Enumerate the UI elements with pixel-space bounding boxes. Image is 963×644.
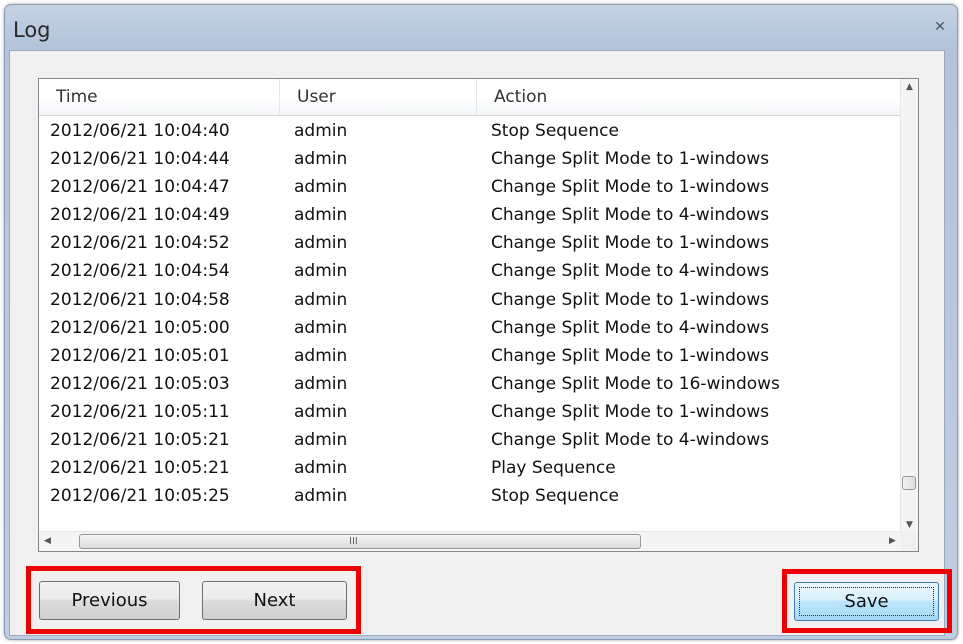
cell-user: admin	[294, 149, 348, 170]
table-row[interactable]: 2012/06/21 10:05:25 admin Stop Sequence	[39, 482, 901, 510]
table-row[interactable]: 2012/06/21 10:05:21 admin Change Split Mod…	[39, 426, 901, 454]
cell-user: admin	[294, 486, 348, 507]
window-title: Log	[13, 18, 51, 42]
table-row[interactable]: 2012/06/21 10:04:52 admin Change Split Mod…	[39, 229, 901, 257]
cell-time: 2012/06/21 10:04:54	[50, 261, 230, 282]
highlight-box-save	[782, 569, 952, 633]
highlight-box-navigation	[26, 566, 361, 634]
cell-action: Change Split Mode to 4-windows	[491, 261, 770, 282]
cell-user: admin	[294, 205, 348, 226]
cell-action: Stop Sequence	[491, 486, 619, 507]
table-row[interactable]: 2012/06/21 10:05:00 admin Change Split Mod…	[39, 314, 901, 342]
vertical-scroll-thumb[interactable]	[902, 476, 916, 490]
cell-time: 2012/06/21 10:04:47	[50, 177, 230, 198]
cell-user: admin	[294, 373, 348, 394]
cell-time: 2012/06/21 10:05:03	[50, 373, 230, 394]
cell-time: 2012/06/21 10:05:21	[50, 458, 230, 479]
cell-user: admin	[294, 317, 348, 338]
cell-action: Change Split Mode to 16-windows	[491, 373, 780, 394]
cell-time: 2012/06/21 10:05:00	[50, 317, 230, 338]
cell-user: admin	[294, 430, 348, 451]
scroll-right-icon[interactable]: ▶	[884, 532, 901, 551]
cell-user: admin	[294, 401, 348, 422]
table-row[interactable]: 2012/06/21 10:05:21 admin Play Sequence	[39, 454, 901, 482]
scroll-left-icon[interactable]: ◀	[39, 532, 56, 551]
scroll-up-icon[interactable]: ▲	[901, 79, 918, 96]
cell-time: 2012/06/21 10:04:40	[50, 121, 230, 141]
cell-user: admin	[294, 177, 348, 198]
cell-action: Change Split Mode to 1-windows	[491, 345, 770, 366]
log-list[interactable]: Time User Action 2012/06/21 10:04:40 admi…	[38, 78, 919, 552]
cell-action: Change Split Mode to 1-windows	[491, 149, 770, 170]
table-row[interactable]: 2012/06/21 10:04:49 admin Change Split Mod…	[39, 201, 901, 229]
scrollbar-corner	[901, 532, 918, 551]
table-row[interactable]: 2012/06/21 10:05:03 admin Change Split Mod…	[39, 370, 901, 398]
list-header: Time User Action	[39, 79, 901, 116]
cell-time: 2012/06/21 10:04:58	[50, 289, 230, 310]
table-row[interactable]: 2012/06/21 10:04:40 admin Stop Sequence	[39, 117, 901, 145]
cell-action: Change Split Mode to 1-windows	[491, 401, 770, 422]
cell-action: Change Split Mode to 4-windows	[491, 205, 770, 226]
cell-user: admin	[294, 345, 348, 366]
cell-time: 2012/06/21 10:04:49	[50, 205, 230, 226]
cell-user: admin	[294, 233, 348, 254]
cell-user: admin	[294, 121, 348, 141]
table-row[interactable]: 2012/06/21 10:05:11 admin Change Split Mod…	[39, 398, 901, 426]
cell-user: admin	[294, 261, 348, 282]
table-row[interactable]: 2012/06/21 10:04:47 admin Change Split Mod…	[39, 173, 901, 201]
cell-time: 2012/06/21 10:05:01	[50, 345, 230, 366]
cell-time: 2012/06/21 10:05:11	[50, 401, 230, 422]
horizontal-scroll-thumb[interactable]: III	[79, 534, 641, 549]
list-rows: 2012/06/21 10:04:40 admin Stop Sequence 201…	[39, 117, 901, 510]
column-header-time[interactable]: Time	[39, 79, 280, 115]
cell-time: 2012/06/21 10:05:25	[50, 486, 230, 507]
column-header-user[interactable]: User	[280, 79, 477, 115]
close-icon[interactable]: ✕	[932, 19, 948, 35]
cell-action: Change Split Mode to 4-windows	[491, 317, 770, 338]
table-row[interactable]: 2012/06/21 10:05:01 admin Change Split Mod…	[39, 342, 901, 370]
table-row[interactable]: 2012/06/21 10:04:58 admin Change Split Mod…	[39, 286, 901, 314]
table-row[interactable]: 2012/06/21 10:04:54 admin Change Split Mod…	[39, 257, 901, 285]
cell-action: Play Sequence	[491, 458, 616, 479]
cell-user: admin	[294, 289, 348, 310]
cell-time: 2012/06/21 10:04:44	[50, 149, 230, 170]
cell-action: Stop Sequence	[491, 121, 619, 141]
cell-action: Change Split Mode to 1-windows	[491, 177, 770, 198]
cell-action: Change Split Mode to 4-windows	[491, 430, 770, 451]
vertical-scrollbar[interactable]: ▲ ▼	[900, 79, 918, 534]
cell-action: Change Split Mode to 1-windows	[491, 289, 770, 310]
horizontal-scrollbar[interactable]: ◀ III ▶	[39, 531, 901, 551]
table-row[interactable]: 2012/06/21 10:04:44 admin Change Split Mod…	[39, 145, 901, 173]
cell-action: Change Split Mode to 1-windows	[491, 233, 770, 254]
cell-time: 2012/06/21 10:05:21	[50, 430, 230, 451]
grip-icon: III	[349, 536, 358, 547]
column-header-action[interactable]: Action	[477, 79, 901, 115]
cell-time: 2012/06/21 10:04:52	[50, 233, 230, 254]
cell-user: admin	[294, 458, 348, 479]
